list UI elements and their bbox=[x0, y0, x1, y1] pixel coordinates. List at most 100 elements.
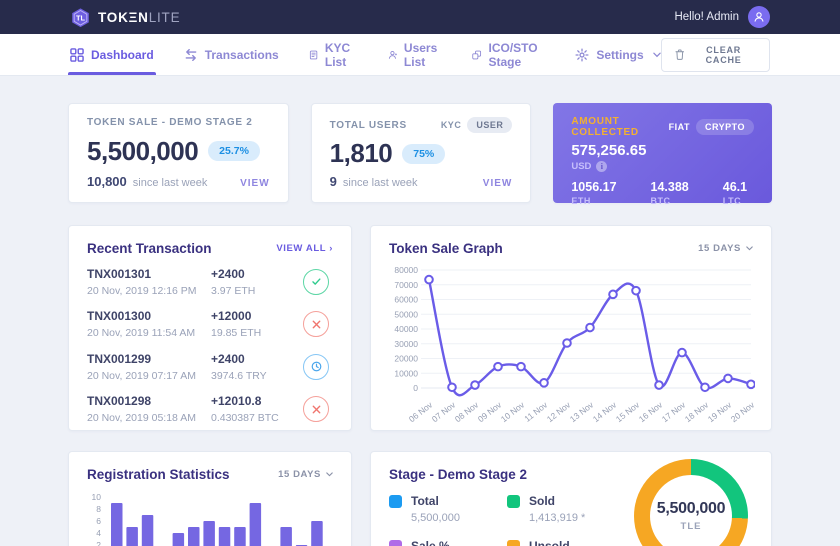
nav-item-kyc-list[interactable]: KYC List bbox=[309, 34, 358, 75]
data-point-07-Nov[interactable] bbox=[448, 383, 456, 391]
bar-day-8[interactable] bbox=[219, 527, 231, 546]
y-tick-label: 40000 bbox=[394, 324, 418, 334]
line-range-dropdown[interactable]: 15 DAYS bbox=[698, 243, 753, 254]
bar-day-7[interactable] bbox=[203, 521, 215, 546]
data-point-19-Nov[interactable] bbox=[724, 375, 732, 383]
transaction-row[interactable]: TNX00129820 Nov, 2019 05:18 AM +12010.80… bbox=[87, 384, 333, 427]
clock-icon bbox=[310, 360, 323, 373]
toggle-fiat[interactable]: FIAT bbox=[669, 122, 690, 132]
line-series-path bbox=[429, 280, 751, 396]
x-tick-label: 13 Nov bbox=[568, 399, 596, 424]
toggle-crypto[interactable]: CRYPTO bbox=[696, 119, 754, 135]
token-sale-delta: 10,800 bbox=[87, 174, 127, 189]
data-point-10-Nov[interactable] bbox=[517, 363, 525, 371]
legend-item-sold: Sold1,413,919 * bbox=[507, 494, 625, 524]
legend-value: 5,500,000 bbox=[411, 512, 460, 524]
bar-day-1[interactable] bbox=[111, 503, 123, 546]
x-tick-label: 19 Nov bbox=[706, 399, 734, 424]
total-users-label: TOTAL USERS bbox=[330, 120, 407, 131]
legend-label: Unsold bbox=[529, 539, 578, 546]
data-point-17-Nov[interactable] bbox=[678, 349, 686, 357]
registration-bar-chart: 108642 bbox=[87, 488, 335, 546]
bar-day-12[interactable] bbox=[280, 527, 292, 546]
amount-collected-card: AMOUNT COLLECTED FIAT CRYPTO 575,256.65 … bbox=[553, 103, 772, 203]
toggle-kyc[interactable]: KYC bbox=[441, 120, 462, 130]
tx-id: TNX001299 bbox=[87, 352, 211, 366]
recent-transactions-card: Recent Transaction VIEW ALL › TNX0013012… bbox=[68, 225, 352, 431]
transaction-list: TNX00130120 Nov, 2019 12:16 PM +24003.97… bbox=[87, 256, 333, 426]
nav-item-dashboard[interactable]: Dashboard bbox=[70, 34, 154, 75]
donut-center-unit: TLE bbox=[681, 521, 702, 532]
tx-status-icon[interactable] bbox=[303, 269, 329, 295]
data-point-08-Nov[interactable] bbox=[471, 381, 479, 389]
svg-text:TL: TL bbox=[76, 13, 86, 22]
y-tick-label: 30000 bbox=[394, 339, 418, 349]
y-tick-label: 10 bbox=[92, 492, 102, 502]
y-tick-label: 80000 bbox=[394, 265, 418, 275]
toggle-user[interactable]: USER bbox=[467, 117, 512, 133]
x-tick-label: 18 Nov bbox=[683, 399, 711, 424]
tokenlite-logo-icon: TL bbox=[70, 7, 91, 28]
tx-amount: +12000 bbox=[211, 309, 303, 323]
transaction-row[interactable]: TNX00129920 Nov, 2019 07:17 AM +24003974… bbox=[87, 341, 333, 384]
token-sale-delta-caption: since last week bbox=[133, 177, 208, 189]
bar-day-2[interactable] bbox=[126, 527, 137, 546]
legend-item-total: Total5,500,000 bbox=[389, 494, 507, 524]
x-tick-label: 20 Nov bbox=[729, 399, 755, 424]
nav-item-ico-sto-stage[interactable]: ICO/STO Stage bbox=[472, 34, 545, 75]
total-users-view-link[interactable]: VIEW bbox=[483, 178, 513, 189]
user-icon bbox=[753, 11, 765, 23]
chevron-right-icon: › bbox=[329, 243, 333, 254]
bar-day-9[interactable] bbox=[234, 527, 246, 546]
avatar[interactable] bbox=[748, 6, 770, 28]
data-point-09-Nov[interactable] bbox=[494, 363, 502, 371]
eth-unit: ETH bbox=[571, 196, 616, 206]
bar-range-dropdown[interactable]: 15 DAYS bbox=[278, 469, 333, 480]
tx-amount: +2400 bbox=[211, 352, 303, 366]
data-point-18-Nov[interactable] bbox=[701, 383, 709, 391]
nav-item-users-list[interactable]: Users List bbox=[388, 34, 442, 75]
transaction-row[interactable]: TNX00130020 Nov, 2019 11:54 AM +1200019.… bbox=[87, 299, 333, 342]
data-point-11-Nov[interactable] bbox=[540, 379, 548, 387]
clear-cache-button[interactable]: CLEAR CACHE bbox=[661, 38, 770, 72]
crypto-btc: 14.388 BTC bbox=[651, 180, 689, 206]
x-tick-label: 08 Nov bbox=[453, 399, 481, 424]
user-menu[interactable]: Hello! Admin bbox=[674, 6, 770, 28]
transaction-row[interactable]: TNX00130120 Nov, 2019 12:16 PM +24003.97… bbox=[87, 256, 333, 299]
total-users-value: 1,810 bbox=[330, 138, 393, 169]
bar-day-6[interactable] bbox=[188, 527, 200, 546]
token-sale-value: 5,500,000 bbox=[87, 136, 198, 167]
bar-day-5[interactable] bbox=[173, 533, 185, 546]
legend-label: Sold bbox=[529, 494, 585, 508]
data-point-14-Nov[interactable] bbox=[609, 291, 617, 299]
stage-donut-chart[interactable]: 5,500,000 TLE bbox=[634, 459, 748, 546]
info-icon[interactable]: i bbox=[596, 161, 607, 172]
data-point-12-Nov[interactable] bbox=[563, 339, 571, 347]
data-point-06-Nov[interactable] bbox=[425, 276, 433, 284]
y-tick-label: 70000 bbox=[394, 280, 418, 290]
crypto-eth: 1056.17 ETH bbox=[571, 180, 616, 206]
registration-statistics-card: Registration Statistics 15 DAYS 108642 bbox=[68, 451, 352, 546]
x-tick-label: 14 Nov bbox=[591, 399, 619, 424]
data-point-13-Nov[interactable] bbox=[586, 324, 594, 332]
data-point-15-Nov[interactable] bbox=[632, 287, 640, 295]
token-sale-view-link[interactable]: VIEW bbox=[240, 178, 270, 189]
nav-item-settings[interactable]: Settings bbox=[575, 34, 660, 75]
y-tick-label: 8 bbox=[96, 504, 101, 514]
data-point-16-Nov[interactable] bbox=[655, 381, 663, 389]
tx-status-icon[interactable] bbox=[303, 311, 329, 337]
tx-status-icon[interactable] bbox=[303, 354, 329, 380]
tx-status-icon[interactable] bbox=[303, 396, 329, 422]
brand-name: TOKΞNLITE bbox=[98, 10, 180, 25]
view-all-link[interactable]: VIEW ALL › bbox=[276, 243, 333, 254]
bar-day-3[interactable] bbox=[142, 515, 154, 546]
tx-equivalent: 3.97 ETH bbox=[211, 285, 303, 297]
topbar: TL TOKΞNLITE Hello! Admin bbox=[0, 0, 840, 34]
brand[interactable]: TL TOKΞNLITE bbox=[70, 7, 180, 28]
data-point-20-Nov[interactable] bbox=[747, 381, 755, 389]
legend-swatch-sale-pct bbox=[389, 540, 402, 546]
bar-day-10[interactable] bbox=[250, 503, 262, 546]
eth-value: 1056.17 bbox=[571, 180, 616, 194]
nav-item-transactions[interactable]: Transactions bbox=[184, 34, 279, 75]
bar-day-14[interactable] bbox=[311, 521, 323, 546]
